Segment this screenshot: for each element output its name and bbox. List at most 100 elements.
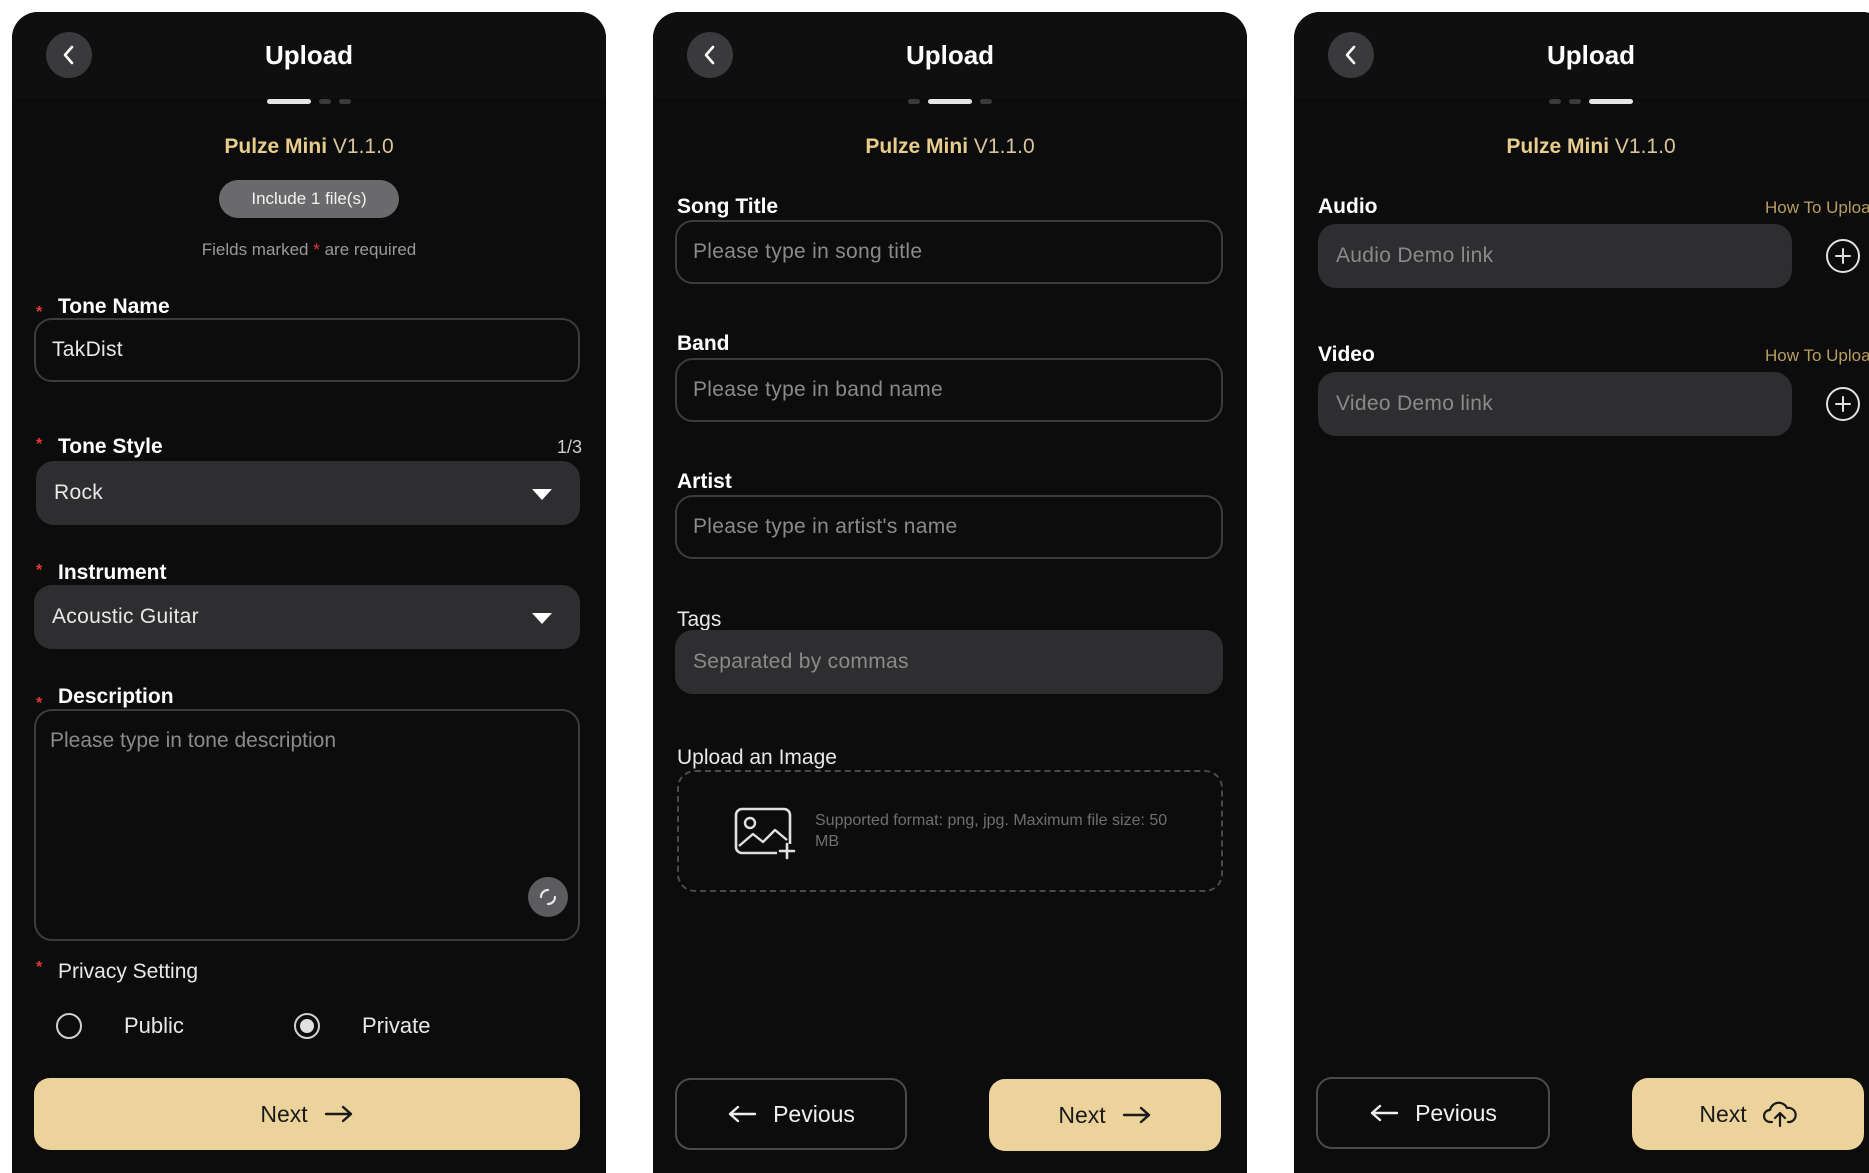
image-dropzone[interactable]: Supported format: png, jpg. Maximum file… [677,770,1223,892]
step-dot-3 [339,99,351,104]
radio-private[interactable]: Private [294,1013,430,1039]
artist-input[interactable]: Please type in artist's name [675,495,1223,559]
plus-circle-icon [1835,396,1851,412]
band-placeholder: Please type in band name [693,378,944,401]
step-dot-2 [319,99,331,104]
step-dot-3 [980,99,992,104]
required-star: * [36,304,43,321]
previous-button-label: Pevious [773,1100,855,1127]
next-button-label: Next [260,1100,308,1127]
privacy-setting-label: Privacy Setting [58,960,199,983]
product-version: Pulze Mini V1.1.0 [12,135,606,159]
arrow-right-icon [324,1105,352,1123]
description-placeholder: Please type in tone description [50,729,337,752]
required-star: * [36,436,43,453]
required-star: * [36,695,43,712]
step-dot-1 [267,99,311,104]
video-link-placeholder: Video Demo link [1336,392,1494,415]
tone-style-select[interactable]: Rock [36,461,580,525]
add-audio-button[interactable] [1826,239,1860,273]
song-title-label: Song Title [677,195,779,218]
audio-link-input[interactable]: Audio Demo link [1318,224,1792,288]
upload-hint: Supported format: png, jpg. Maximum file… [815,812,1168,850]
song-title-input[interactable]: Please type in song title [675,220,1223,284]
header: Upload [12,12,606,98]
audio-how-to-upload-link[interactable]: How To Upload [1765,198,1869,218]
product-version-number: V1.1.0 [1614,135,1676,158]
instrument-value: Acoustic Guitar [52,605,199,628]
step-dot-2 [1569,99,1581,104]
product-version: Pulze Mini V1.1.0 [653,135,1247,159]
tone-style-counter: 1/3 [556,437,582,457]
page-title: Upload [264,40,354,70]
next-button[interactable]: Next [34,1078,580,1150]
instrument-select[interactable]: Acoustic Guitar [34,585,580,649]
instrument-label: Instrument [58,561,167,584]
product-version-number: V1.1.0 [973,135,1035,158]
step-indicator [1294,99,1869,104]
upload-screen-step-1: Upload Pulze Mini V1.1.0 Include 1 file(… [12,12,606,1173]
add-video-button[interactable] [1826,387,1860,421]
required-note-text-end: are required [324,240,417,259]
video-label: Video [1318,343,1375,366]
cloud-upload-icon [1762,1101,1797,1128]
step-dot-3 [1589,99,1633,104]
previous-button[interactable]: Pevious [1316,1077,1550,1149]
next-button-label: Next [1699,1100,1747,1127]
tone-style-label: Tone Style [58,435,163,458]
description-label: Description [58,685,174,708]
radio-private-label: Private [362,1013,431,1038]
required-note: Fields marked * are required [12,240,606,260]
privacy-radio-group: Public Private [56,1007,576,1047]
audio-link-placeholder: Audio Demo link [1336,244,1494,267]
product-name: Pulze Mini [224,135,328,158]
required-star: * [36,959,43,976]
header: Upload [653,12,1247,98]
caret-down-icon [532,613,552,624]
caret-down-icon [532,489,552,500]
image-add-icon [734,807,797,860]
next-button[interactable]: Next [989,1079,1221,1151]
description-textarea[interactable]: Please type in tone description [34,709,580,941]
band-label: Band [677,332,730,355]
product-version-number: V1.1.0 [332,135,394,158]
product-name: Pulze Mini [1506,135,1610,158]
audio-label: Audio [1318,195,1378,218]
page-title: Upload [1546,40,1636,70]
previous-button-label: Pevious [1415,1099,1497,1126]
page-title: Upload [905,40,995,70]
radio-public[interactable]: Public [56,1013,184,1039]
tone-style-value: Rock [54,481,104,504]
arrow-right-icon [1122,1106,1150,1124]
video-link-input[interactable]: Video Demo link [1318,372,1792,436]
resize-icon[interactable] [528,877,568,917]
tone-name-input[interactable]: TakDist [34,318,580,382]
tags-label: Tags [677,608,722,631]
video-how-to-upload-link[interactable]: How To Upload [1765,346,1869,366]
radio-circle [56,1013,82,1039]
required-star: * [36,562,43,579]
header: Upload [1294,12,1869,98]
required-star: * [313,240,320,259]
step-dot-1 [1549,99,1561,104]
tone-name-value: TakDist [52,338,123,361]
artist-placeholder: Please type in artist's name [693,515,958,538]
radio-circle-selected [294,1013,320,1039]
required-note-text: Fields marked [201,240,309,259]
upload-screen-step-3: Upload Pulze Mini V1.1.0 Audio How To Up… [1294,12,1869,1173]
tags-input[interactable]: Separated by commas [675,630,1223,694]
file-count-badge: Include 1 file(s) [219,180,399,218]
product-version: Pulze Mini V1.1.0 [1294,135,1869,159]
tags-placeholder: Separated by commas [693,650,909,673]
song-title-placeholder: Please type in song title [693,240,923,263]
previous-button[interactable]: Pevious [675,1078,907,1150]
next-button[interactable]: Next [1632,1078,1864,1150]
product-name: Pulze Mini [865,135,969,158]
artist-label: Artist [677,470,732,493]
radio-public-label: Public [124,1013,184,1038]
arrow-left-icon [1370,1104,1399,1122]
arrow-left-icon [728,1105,757,1123]
tone-name-label: Tone Name [58,295,170,318]
upload-image-label: Upload an Image [677,746,837,769]
band-input[interactable]: Please type in band name [675,358,1223,422]
